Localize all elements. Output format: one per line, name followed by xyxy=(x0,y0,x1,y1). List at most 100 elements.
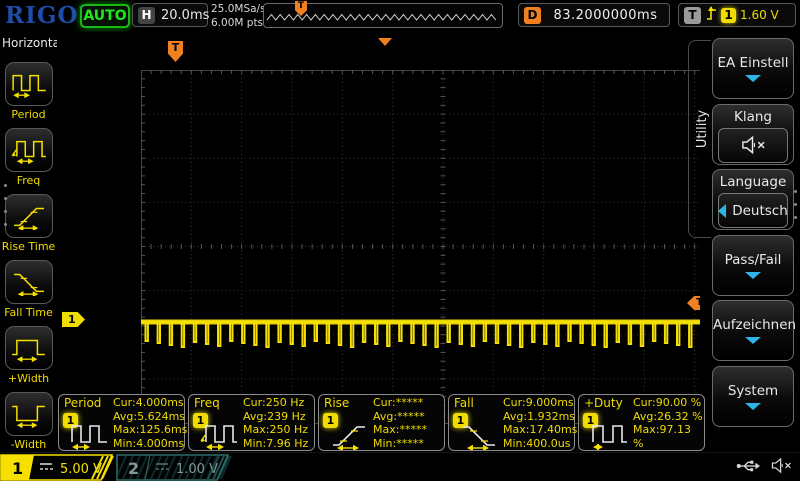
sidebar-item-width[interactable]: +Width xyxy=(0,326,57,385)
measurement-name: Rise xyxy=(324,396,349,410)
measurement-stat: Max17.40ms xyxy=(503,423,577,437)
measurement-stat: Min***** xyxy=(373,437,427,451)
menu-item-aufzeichnen[interactable]: Aufzeichnen xyxy=(712,300,794,361)
measurement-stat: Max97.13 % xyxy=(633,423,704,450)
channel2-tab[interactable]: 2 1.00 V xyxy=(116,454,234,481)
measurement-stat: Cur***** xyxy=(373,396,427,410)
delay-value: 83.2000000ms xyxy=(553,8,657,23)
svg-text:2: 2 xyxy=(128,459,139,478)
measurement-cell-freq[interactable]: Freq1Cur250 HzAvg239 HzMax250 HzMin7.96 … xyxy=(188,394,315,451)
trigger-badge: T xyxy=(684,7,701,24)
measurement-name: +Duty xyxy=(584,396,623,410)
chevron-left-icon xyxy=(718,204,726,218)
sidebar-item-rise-time[interactable]: Rise Time xyxy=(0,194,57,253)
delay-box[interactable]: D 83.2000000ms xyxy=(518,3,670,27)
measurement-cell-rise[interactable]: Rise1Cur*****Avg*****Max*****Min***** xyxy=(318,394,445,451)
utility-menu: Utility EA EinstellKlang LanguageDeutsch… xyxy=(700,32,800,452)
graticule-grid xyxy=(141,70,747,425)
trigger-box[interactable]: T 1 1.60 V xyxy=(678,3,796,27)
menu-item-system[interactable]: System xyxy=(712,366,794,427)
timebase-value: 20.0ms xyxy=(161,8,209,23)
chevron-down-icon xyxy=(745,337,761,344)
delay-badge: D xyxy=(524,7,541,24)
measurement-name: Fall xyxy=(454,396,474,410)
rise-time-icon xyxy=(328,420,370,454)
measure-sidebar: Horizontal PeriodFreqRise TimeFall Time+… xyxy=(0,32,57,452)
measurement-stat: Avg5.624ms xyxy=(113,410,187,424)
measurement-cell-duty[interactable]: +Duty1Cur90.00 %Avg26.32 %Max97.13 %Min1… xyxy=(578,394,705,451)
measurement-stat: Cur4.000ms xyxy=(113,396,187,410)
measurement-stat: Max125.6ms xyxy=(113,423,187,437)
sidebar-item-label: -Width xyxy=(0,438,57,451)
menu-item-label: EA Einstell xyxy=(713,55,793,71)
utility-tab-label: Utility xyxy=(695,99,713,159)
horizontal-scale-box[interactable]: H 20.0ms xyxy=(132,3,208,27)
measurement-name: Period xyxy=(64,396,101,410)
measurement-cell-period[interactable]: Period1Cur4.000msAvg5.624msMax125.6msMin… xyxy=(58,394,185,451)
menu-item-label: Aufzeichnen xyxy=(713,317,793,333)
measurement-stat: Min7.96 Hz xyxy=(243,437,308,451)
horizontal-badge: H xyxy=(138,7,155,24)
measurement-stat: Cur250 Hz xyxy=(243,396,308,410)
chevron-down-icon xyxy=(745,75,761,82)
measurement-stat: Cur9.000ms xyxy=(503,396,577,410)
menu-item-value: Deutsch xyxy=(732,203,788,219)
memory-depth: 6.00M pts xyxy=(211,16,266,30)
sidebar-item-period[interactable]: Period xyxy=(0,62,57,121)
menu-item-pass-fail[interactable]: Pass/Fail xyxy=(712,235,794,296)
measurement-stat: Min400.0us xyxy=(503,437,577,451)
measurement-stat: Cur90.00 % xyxy=(633,396,704,410)
menu-item-value-box[interactable]: Deutsch xyxy=(718,193,788,228)
chevron-down-icon xyxy=(745,272,761,279)
sidebar-item-label: Fall Time xyxy=(0,306,57,319)
freq-icon xyxy=(5,128,53,172)
freq-icon xyxy=(198,420,240,454)
sidebar-item-label: +Width xyxy=(0,372,57,385)
fall-time-icon xyxy=(5,260,53,304)
measurement-stat: Min4.000ms xyxy=(113,437,187,451)
pos-width-icon xyxy=(5,326,53,370)
measurement-cell-fall[interactable]: Fall1Cur9.000msAvg1.932msMax17.40msMin40… xyxy=(448,394,575,451)
top-status-bar: RIGOL AUTO H 20.0ms 25.0MSa/s 6.00M pts … xyxy=(0,0,800,33)
neg-width-icon xyxy=(5,392,53,436)
menu-item-label: Pass/Fail xyxy=(713,252,793,268)
trigger-level-value: 1.60 V xyxy=(740,8,779,22)
speaker-muted-icon[interactable] xyxy=(718,128,788,163)
sidebar-item-fall-time[interactable]: Fall Time xyxy=(0,260,57,319)
menu-item-label: System xyxy=(713,383,793,399)
measurement-stat: Avg26.32 % xyxy=(633,410,704,424)
chevron-down-icon xyxy=(745,403,761,410)
sample-rate: 25.0MSa/s xyxy=(211,2,266,16)
acquisition-info: 25.0MSa/s 6.00M pts xyxy=(211,2,266,30)
channel1-tab[interactable]: 1 5.00 V xyxy=(0,454,118,481)
sidebar-item-label: Freq xyxy=(0,174,57,187)
status-icons xyxy=(736,457,792,478)
menu-item-klang[interactable]: Klang xyxy=(712,104,794,165)
trigger-source-badge: 1 xyxy=(721,8,736,23)
measurement-stat: Max***** xyxy=(373,423,427,437)
measurement-stat: Avg***** xyxy=(373,410,427,424)
sidebar-item-label: Period xyxy=(0,108,57,121)
menu-item-label: Language xyxy=(713,174,793,190)
rise-time-icon xyxy=(5,194,53,238)
sidebar-item-width[interactable]: -Width xyxy=(0,392,57,451)
channel-status-bar: 1 5.00 V 2 1.00 V xyxy=(0,452,800,481)
sidebar-item-label: Rise Time xyxy=(0,240,57,253)
measurement-stat: Avg1.932ms xyxy=(503,410,577,424)
pos-duty-icon xyxy=(588,420,630,454)
measurement-stat: Avg239 Hz xyxy=(243,410,308,424)
speaker-muted-icon xyxy=(770,457,792,478)
period-icon xyxy=(5,62,53,106)
trigger-window-marker-icon xyxy=(378,38,392,46)
graticule-area xyxy=(57,32,702,452)
svg-text:1: 1 xyxy=(12,459,23,478)
fall-time-icon xyxy=(458,420,500,454)
period-icon xyxy=(68,420,110,454)
rising-edge-icon xyxy=(705,5,717,26)
menu-item-language[interactable]: Language Deutsch xyxy=(712,169,794,230)
menu-item-ea-einstell[interactable]: EA Einstell xyxy=(712,38,794,99)
sidebar-item-freq[interactable]: Freq xyxy=(0,128,57,187)
menu-item-label: Klang xyxy=(713,109,793,125)
measurement-name: Freq xyxy=(194,396,220,410)
run-status-badge: AUTO xyxy=(80,4,130,28)
